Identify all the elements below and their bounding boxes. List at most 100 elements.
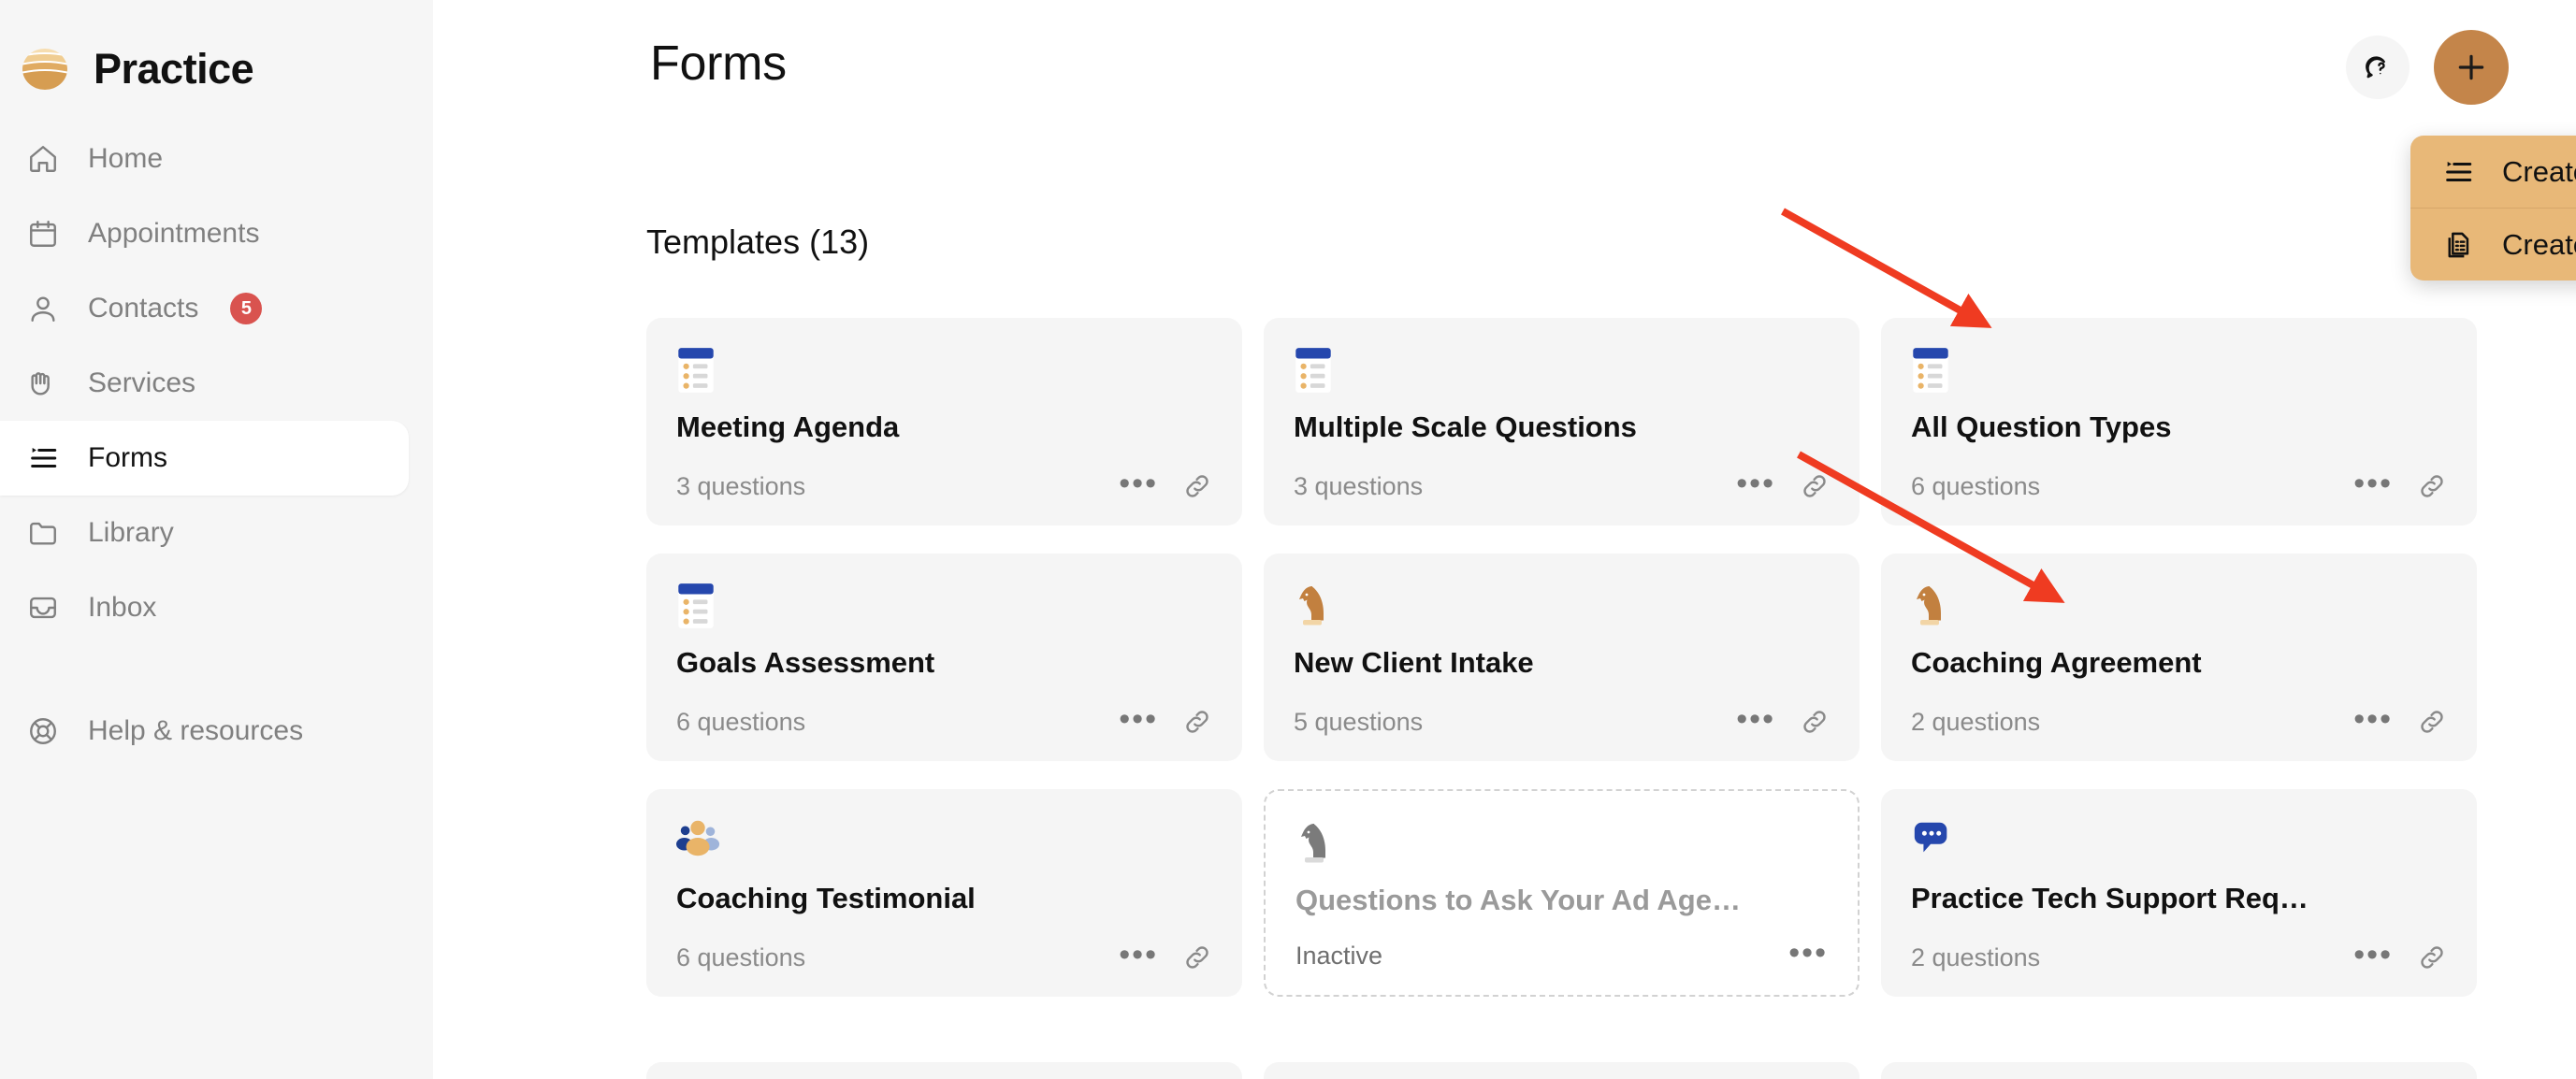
- more-options-icon[interactable]: •••: [2353, 939, 2393, 971]
- hand-icon: [24, 365, 62, 402]
- list-icon: [2442, 156, 2474, 188]
- card-actions: •••: [1736, 468, 1830, 501]
- card-footer: 2 questions •••: [1911, 703, 2447, 737]
- form-doc-icon: [1911, 346, 2447, 395]
- sidebar-item-label: Forms: [88, 442, 167, 473]
- list-icon: [24, 439, 62, 477]
- knight-icon: [1911, 582, 2447, 630]
- card-title: Meeting Agenda: [676, 411, 900, 443]
- link-icon[interactable]: [1800, 707, 1830, 737]
- sidebar-nav: Home Appointments Contacts 5 Services Fo…: [0, 122, 433, 769]
- template-card[interactable]: Coaching Testimonial 6 questions •••: [646, 789, 1242, 997]
- brand[interactable]: Practice: [0, 0, 433, 103]
- card-actions: •••: [1119, 703, 1212, 737]
- template-card-inactive[interactable]: Questions to Ask Your Ad Age… Inactive •…: [1264, 789, 1860, 997]
- help-chat-button[interactable]: [2346, 36, 2410, 99]
- card-meta: 3 questions: [1294, 471, 1424, 500]
- topbar: Forms: [433, 0, 2576, 150]
- menu-item-create-a-form[interactable]: Create a form: [2410, 136, 2576, 208]
- folder-icon: [24, 514, 62, 552]
- sidebar-item-forms[interactable]: Forms: [0, 421, 409, 496]
- sidebar-item-label: Contacts: [88, 293, 199, 324]
- app-root: Practice Home Appointments Contacts 5 Se…: [0, 0, 2576, 1079]
- more-options-icon[interactable]: •••: [2353, 703, 2393, 735]
- link-icon[interactable]: [2417, 707, 2447, 737]
- sidebar-item-library[interactable]: Library: [0, 496, 409, 570]
- topbar-actions: [2346, 30, 2509, 105]
- card-title: Questions to Ask Your Ad Age…: [1295, 885, 1741, 916]
- sidebar-item-appointments[interactable]: Appointments: [0, 196, 409, 271]
- template-card[interactable]: Practice Tech Support Req… 2 questions •…: [1881, 789, 2477, 997]
- more-options-icon[interactable]: •••: [1788, 937, 1828, 969]
- people-icon: [676, 817, 1212, 866]
- practice-logo-icon: [21, 45, 69, 94]
- card-footer: 6 questions •••: [676, 703, 1212, 737]
- card-actions: •••: [2353, 468, 2447, 501]
- card-footer: 5 questions •••: [1294, 703, 1830, 737]
- plus-icon: [2453, 49, 2490, 86]
- card-meta: 3 questions: [676, 471, 806, 500]
- menu-item-label: Create a template: [2502, 227, 2576, 261]
- sidebar-item-services[interactable]: Services: [0, 346, 409, 421]
- create-menu: Create a form Create a template: [2410, 136, 2576, 281]
- card-actions: •••: [1736, 703, 1830, 737]
- link-icon[interactable]: [1182, 471, 1212, 501]
- person-icon: [24, 290, 62, 327]
- card-title: Coaching Agreement: [1911, 647, 2202, 679]
- sidebar-item-home[interactable]: Home: [0, 122, 409, 196]
- card-title: Coaching Testimonial: [676, 883, 976, 914]
- card-title: Practice Tech Support Req…: [1911, 883, 2308, 914]
- link-icon[interactable]: [1182, 707, 1212, 737]
- card-meta: 2 questions: [1911, 707, 2041, 736]
- sidebar-item-label: Help & resources: [88, 715, 304, 746]
- link-icon[interactable]: [2417, 942, 2447, 972]
- card-actions: •••: [1788, 937, 1828, 969]
- template-card[interactable]: [1881, 1062, 2477, 1079]
- lifebuoy-icon: [24, 712, 62, 750]
- page-title: Forms: [650, 36, 787, 91]
- card-footer: 2 questions •••: [1911, 939, 2447, 972]
- card-footer: Inactive •••: [1295, 937, 1828, 971]
- template-card[interactable]: All Question Types 6 questions •••: [1881, 318, 2477, 525]
- knight-icon: [1294, 582, 1830, 630]
- more-options-icon[interactable]: •••: [2353, 468, 2393, 499]
- more-options-icon[interactable]: •••: [1119, 468, 1158, 499]
- sidebar-item-label: Services: [88, 367, 196, 398]
- card-actions: •••: [2353, 703, 2447, 737]
- link-icon[interactable]: [1182, 942, 1212, 972]
- sidebar-item-contacts[interactable]: Contacts 5: [0, 271, 409, 346]
- chat-question-icon: [2363, 52, 2393, 82]
- template-card[interactable]: New Client Intake 5 questions •••: [1264, 554, 1860, 761]
- sidebar-item-help-resources[interactable]: Help & resources: [0, 694, 409, 769]
- template-card[interactable]: Multiple Scale Questions 3 questions •••: [1264, 318, 1860, 525]
- more-options-icon[interactable]: •••: [1736, 468, 1775, 499]
- form-doc-icon: [676, 346, 1212, 395]
- templates-grid: Meeting Agenda 3 questions ••• Multiple …: [646, 318, 2477, 997]
- sidebar-item-label: Library: [88, 517, 174, 548]
- link-icon[interactable]: [1800, 471, 1830, 501]
- link-icon[interactable]: [2417, 471, 2447, 501]
- template-card[interactable]: Meeting Agenda 3 questions •••: [646, 318, 1242, 525]
- sidebar-item-inbox[interactable]: Inbox: [0, 570, 409, 645]
- more-options-icon[interactable]: •••: [1736, 703, 1775, 735]
- more-options-icon[interactable]: •••: [1119, 703, 1158, 735]
- sidebar-item-label: Appointments: [88, 218, 260, 249]
- inbox-icon: [24, 589, 62, 626]
- card-meta: 2 questions: [1911, 942, 2041, 971]
- template-card[interactable]: Coaching Agreement 2 questions •••: [1881, 554, 2477, 761]
- calendar-icon: [24, 215, 62, 252]
- template-card[interactable]: Goals Assessment 6 questions •••: [646, 554, 1242, 761]
- template-card[interactable]: [646, 1062, 1242, 1079]
- knight-gray-icon: [1295, 819, 1828, 868]
- menu-item-create-a-template[interactable]: Create a template: [2410, 209, 2576, 281]
- card-title: Multiple Scale Questions: [1294, 411, 1637, 443]
- more-options-icon[interactable]: •••: [1119, 939, 1158, 971]
- sidebar-item-label: Inbox: [88, 592, 157, 623]
- menu-item-label: Create a form: [2502, 154, 2576, 188]
- template-card[interactable]: [1264, 1062, 1860, 1079]
- sidebar: Practice Home Appointments Contacts 5 Se…: [0, 0, 433, 1079]
- card-footer: 3 questions •••: [1294, 468, 1830, 501]
- add-button[interactable]: [2434, 30, 2509, 105]
- card-title: Goals Assessment: [676, 647, 935, 679]
- card-meta: 6 questions: [1911, 471, 2041, 500]
